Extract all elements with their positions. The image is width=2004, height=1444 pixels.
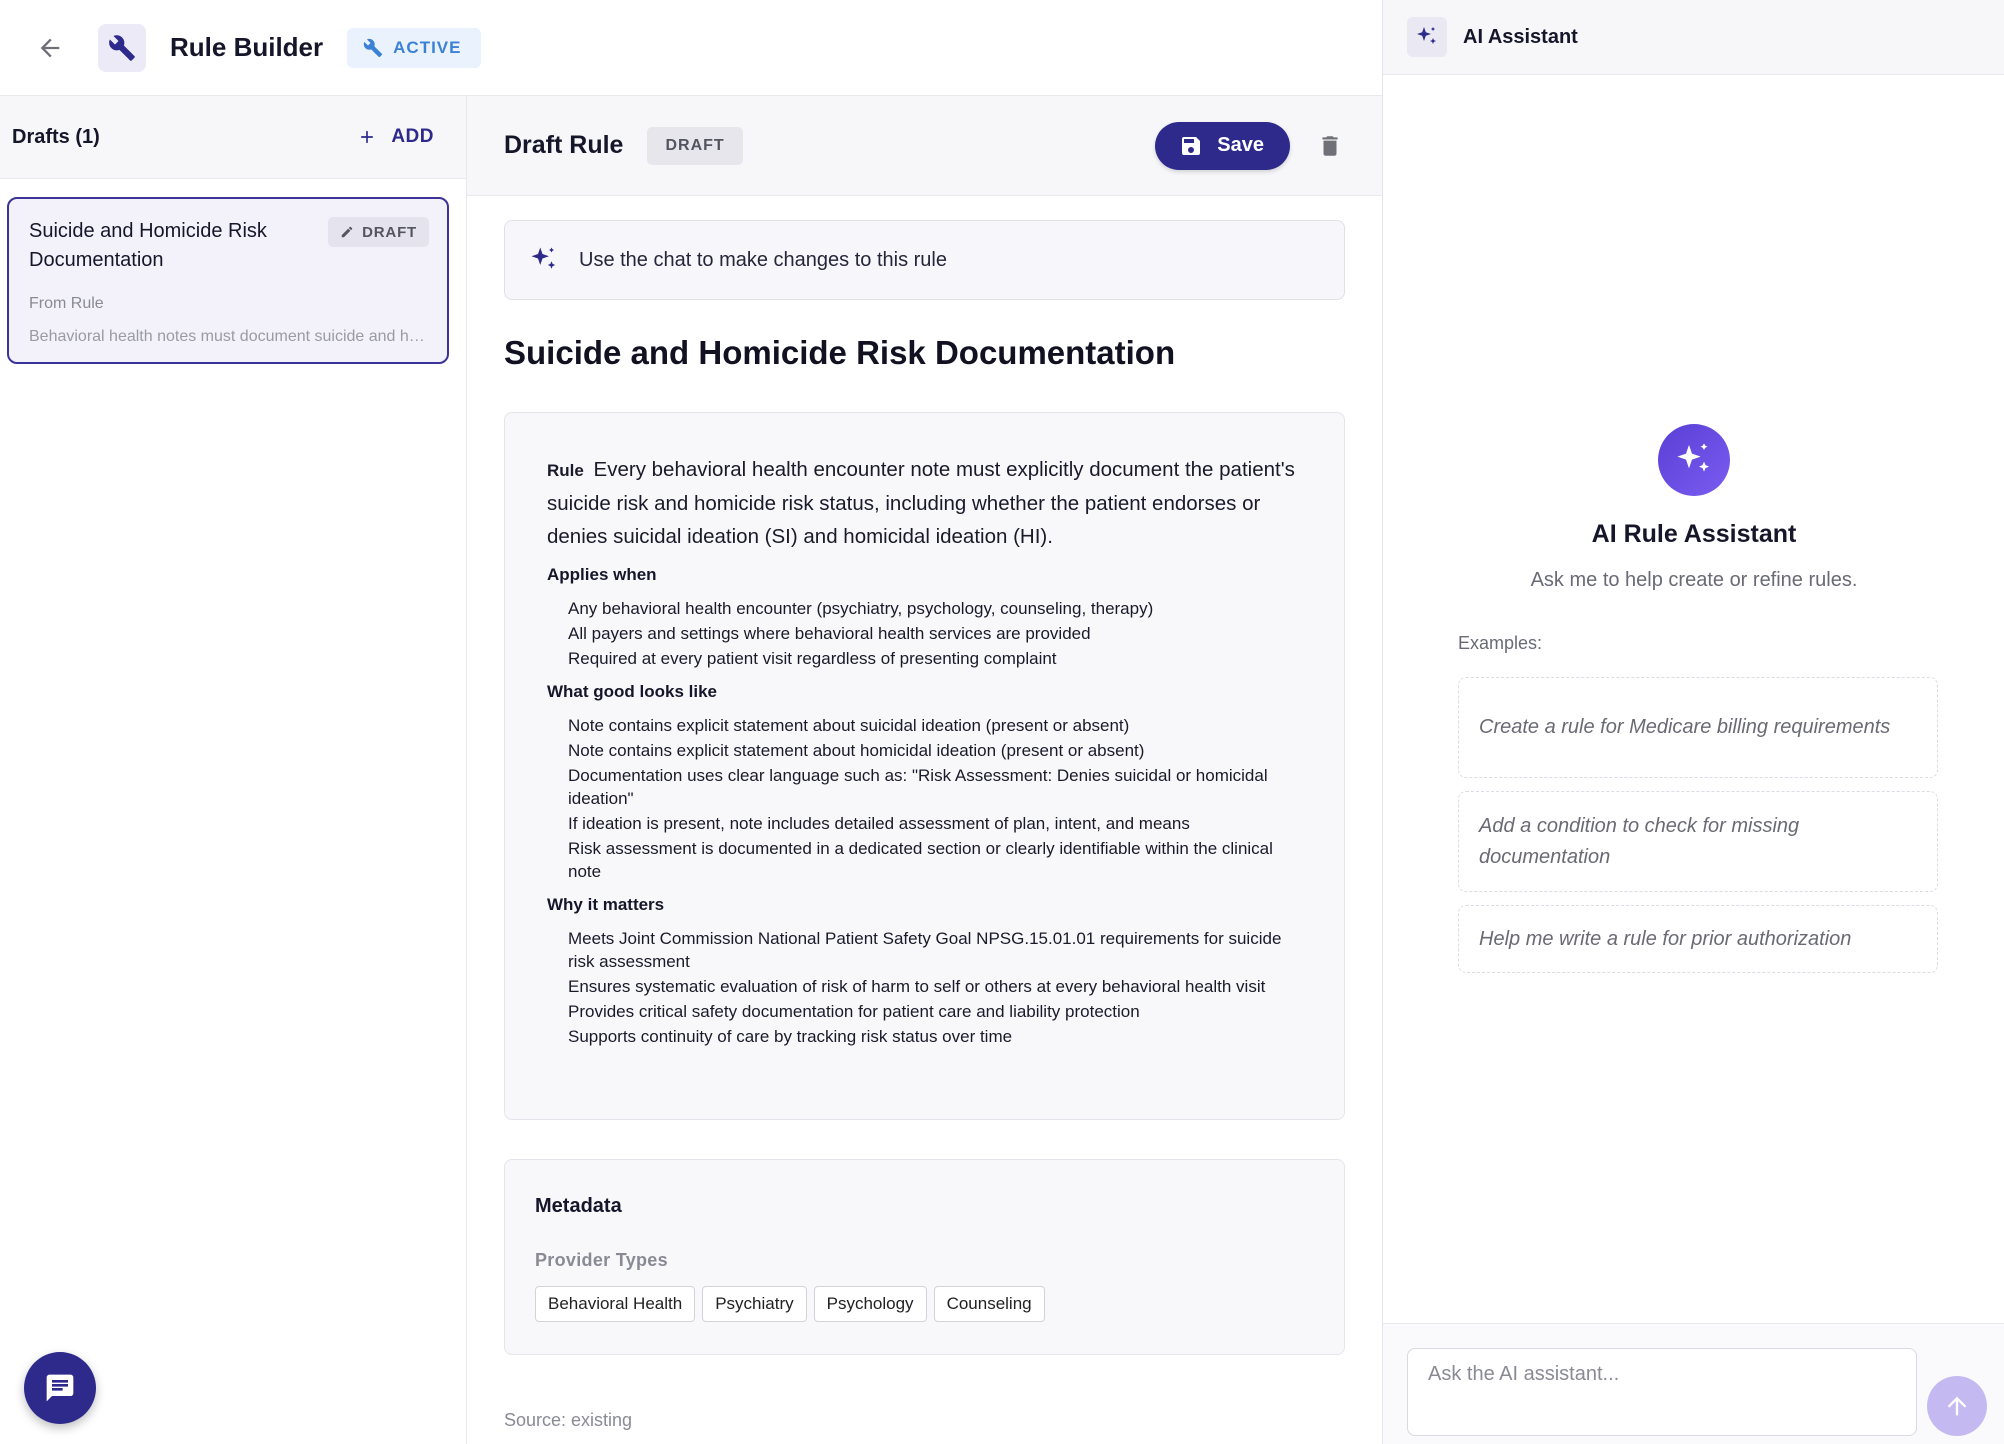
example-prompt[interactable]: Help me write a rule for prior authoriza… — [1458, 905, 1938, 973]
metadata-title: Metadata — [535, 1195, 622, 1217]
draft-item-badge-label: DRAFT — [362, 223, 417, 241]
metadata-card: Metadata Provider Types Behavioral Healt… — [504, 1159, 1345, 1355]
rule-section-item: Ensures systematic evaluation of risk of… — [568, 977, 1266, 996]
rule-section-item: Meets Joint Commission National Patient … — [568, 929, 1282, 971]
editor-header: Draft Rule DRAFT Save — [467, 96, 1382, 196]
draft-item-badge: DRAFT — [328, 217, 429, 247]
add-draft-label: ADD — [391, 126, 434, 147]
chat-fab-button[interactable] — [24, 1352, 96, 1424]
top-header: Rule Builder ACTIVE — [0, 0, 1382, 96]
assistant-welcome-subtitle: Ask me to help create or refine rules. — [1530, 569, 1858, 591]
provider-types-label: Provider Types — [535, 1250, 668, 1270]
rule-section-item: Required at every patient visit regardle… — [568, 649, 1057, 668]
assistant-input[interactable] — [1407, 1348, 1917, 1436]
provider-type-chips: Behavioral Health Psychiatry Psychology Cou… — [535, 1286, 1314, 1322]
provider-type-chip: Psychiatry — [702, 1286, 807, 1322]
rule-section-item: Provides critical safety documentation f… — [568, 1002, 1140, 1021]
drafts-sidebar: Drafts (1) ADD Suicide and Homicide Risk… — [0, 96, 467, 1444]
rule-section-item: All payers and settings where behavioral… — [568, 624, 1091, 643]
rule-section-item: Risk assessment is documented in a dedic… — [568, 839, 1273, 881]
rule-statement: Rule Every behavioral health encounter n… — [547, 453, 1304, 553]
wrench-icon — [363, 38, 383, 57]
draft-list-item[interactable]: Suicide and Homicide Risk Documentation … — [7, 197, 449, 364]
wrench-icon — [109, 34, 135, 61]
status-badge-label: ACTIVE — [393, 37, 462, 57]
chat-hint-text: Use the chat to make changes to this rul… — [579, 248, 947, 271]
rule-section-heading: What good looks like — [547, 682, 718, 701]
rule-section-heading: Applies when — [547, 565, 657, 584]
rule-title: Suicide and Homicide Risk Documentation — [504, 334, 1176, 371]
sparkles-icon — [1677, 443, 1709, 472]
rule-builder-app: Rule Builder ACTIVE Drafts (1) ADD Suici… — [0, 0, 2004, 1444]
drafts-header: Drafts (1) ADD — [0, 96, 466, 179]
rule-section-item: Documentation uses clear language such a… — [568, 766, 1268, 808]
editor-title: Draft Rule — [504, 131, 624, 159]
editor-status-badge: DRAFT — [647, 126, 743, 165]
assistant-composer — [1383, 1323, 2004, 1444]
sparkles-icon — [1417, 27, 1436, 44]
rule-section-list: Meets Joint Commission National Patient … — [547, 927, 1304, 1048]
rule-sections: Applies when Any behavioral health encoun… — [547, 565, 1304, 1048]
drafts-title: Drafts (1) — [12, 125, 100, 148]
floppy-disk-icon — [1182, 136, 1201, 155]
provider-type-chip: Counseling — [933, 1286, 1045, 1322]
app-logo — [98, 23, 146, 72]
sparkles-icon — [531, 247, 556, 269]
save-button-label: Save — [1217, 134, 1264, 156]
rule-definition-card: Rule Every behavioral health encounter n… — [504, 412, 1345, 1120]
rule-section-list: Note contains explicit statement about s… — [547, 714, 1304, 883]
rule-section-item: Any behavioral health encounter (psychia… — [568, 599, 1154, 618]
assistant-welcome: AI Rule Assistant Ask me to help create … — [1383, 424, 2004, 592]
chat-bubble-icon — [46, 1374, 74, 1402]
delete-button[interactable] — [1314, 126, 1346, 166]
arrow-left-icon — [40, 38, 60, 57]
example-prompt[interactable]: Add a condition to check for missing doc… — [1458, 791, 1938, 892]
back-button[interactable] — [28, 26, 72, 70]
trash-icon — [1322, 135, 1338, 156]
draft-item-description: Behavioral health notes must document su… — [29, 328, 429, 345]
page-title: Rule Builder — [170, 32, 324, 62]
rule-section-heading: Why it matters — [547, 895, 665, 914]
arrow-up-icon — [1947, 1396, 1967, 1416]
rule-section-item: Note contains explicit statement about s… — [568, 716, 1130, 735]
send-button[interactable] — [1927, 1376, 1987, 1436]
source-note: Source: existing — [504, 1410, 633, 1430]
save-button[interactable]: Save — [1155, 121, 1290, 170]
status-badge: ACTIVE — [347, 27, 482, 68]
provider-type-chip: Psychology — [813, 1286, 927, 1322]
ai-assistant-panel: AI Assistant AI Rule Assistant Ask me to… — [1382, 0, 2004, 1444]
rule-section-item: Note contains explicit statement about h… — [568, 741, 1145, 760]
plus-icon — [361, 131, 374, 143]
assistant-title: AI Assistant — [1463, 25, 1578, 48]
assistant-header: AI Assistant — [1383, 0, 2004, 75]
assistant-welcome-title: AI Rule Assistant — [1591, 520, 1797, 548]
rule-section-item: Supports continuity of care by tracking … — [568, 1027, 1013, 1046]
pencil-icon — [341, 226, 353, 238]
assistant-logo — [1407, 17, 1447, 57]
example-prompt[interactable]: Create a rule for Medicare billing requi… — [1458, 677, 1938, 778]
examples-label: Examples: — [1458, 633, 1543, 653]
add-draft-button[interactable]: ADD — [357, 126, 434, 148]
provider-type-chip: Behavioral Health — [535, 1286, 696, 1322]
draft-item-title: Suicide and Homicide Risk Documentation — [29, 220, 267, 271]
rule-editor: Draft Rule DRAFT Save Use the chat to ma… — [467, 96, 1382, 1444]
draft-item-origin: From Rule — [29, 295, 104, 312]
rule-section-list: Any behavioral health encounter (psychia… — [547, 597, 1304, 670]
chat-hint-banner: Use the chat to make changes to this rul… — [504, 220, 1345, 300]
rule-section-item: If ideation is present, note includes de… — [568, 814, 1190, 833]
rule-statement-label: Rule — [547, 461, 584, 480]
assistant-avatar — [1658, 424, 1730, 496]
rule-statement-text: Every behavioral health encounter note m… — [547, 458, 1295, 548]
